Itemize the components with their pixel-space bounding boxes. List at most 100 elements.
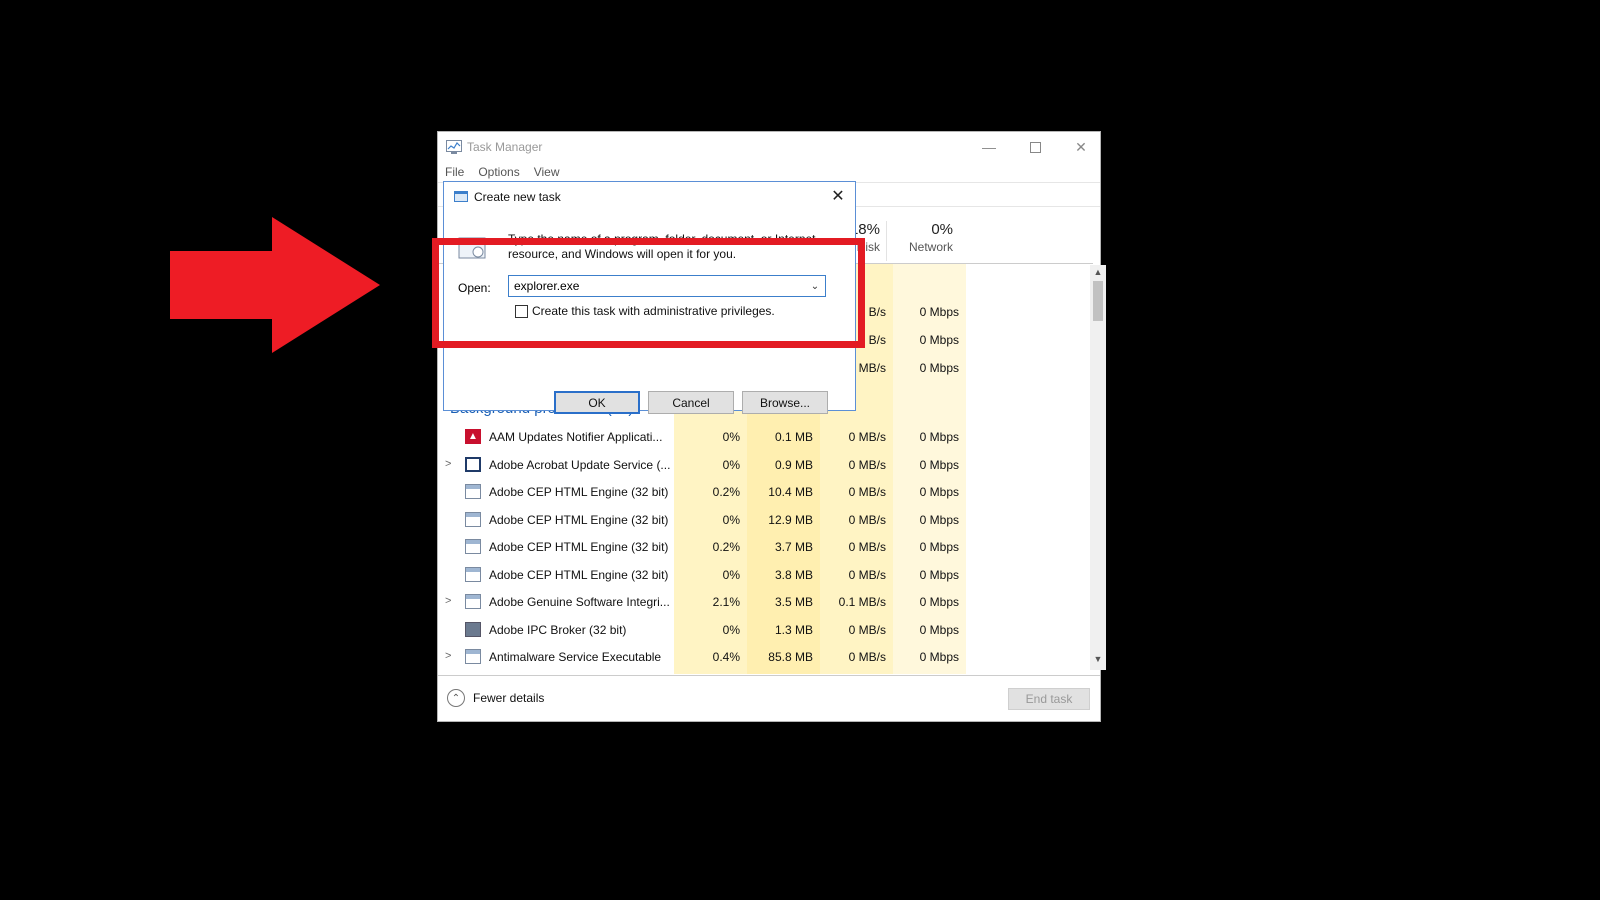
network-cell: 0 Mbps: [919, 567, 959, 582]
network-percent: 0%: [931, 221, 953, 238]
process-name: Adobe CEP HTML Engine (32 bit): [489, 485, 669, 499]
browse-button[interactable]: Browse...: [742, 391, 828, 414]
cancel-button[interactable]: Cancel: [648, 391, 734, 414]
maximize-button[interactable]: [1012, 132, 1058, 162]
close-icon: ✕: [1075, 138, 1087, 155]
chevron-up-icon: ⌃: [447, 689, 465, 707]
column-header-network[interactable]: 0% Network: [886, 221, 959, 261]
memory-cell: 3.8 MB: [774, 567, 813, 582]
network-cell: 0 Mbps: [919, 512, 959, 527]
network-cell: 0 Mbps: [919, 650, 959, 664]
memory-cell: 12.9 MB: [768, 512, 813, 527]
cpu-cell: 0.2%: [712, 485, 740, 499]
fewer-details-button[interactable]: ⌃ Fewer details: [447, 687, 544, 709]
network-cell: 0 Mbps: [919, 430, 959, 444]
run-icon: [454, 191, 468, 202]
process-name: Adobe IPC Broker (32 bit): [489, 622, 627, 637]
memory-cell: 3.7 MB: [774, 540, 813, 554]
close-button[interactable]: ✕: [1058, 132, 1104, 162]
cpu-cell: 0.4%: [712, 650, 740, 664]
memory-cell: 0.1 MB: [774, 430, 813, 444]
disk-cell: 0 MB/s: [848, 622, 886, 637]
vertical-scrollbar[interactable]: ▲ ▼: [1090, 265, 1106, 670]
process-name: Adobe Genuine Software Integri...: [489, 595, 670, 609]
red-arrow-annotation: [170, 217, 380, 353]
app-icon: [465, 539, 481, 554]
expand-chevron-icon[interactable]: >: [445, 650, 455, 662]
process-name: Adobe CEP HTML Engine (32 bit): [489, 540, 669, 554]
process-name: Adobe CEP HTML Engine (32 bit): [489, 567, 669, 582]
table-row[interactable]: Adobe IPC Broker (32 bit) 0% 1.3 MB 0 MB/s 0…: [438, 616, 1093, 644]
maximize-icon: [1029, 141, 1041, 153]
network-cell: 0 Mbps: [919, 305, 959, 319]
cpu-cell: 0%: [722, 457, 740, 472]
disk-cell: 0.1 MB/s: [838, 595, 886, 609]
fewer-details-label: Fewer details: [473, 691, 545, 705]
cpu-cell: 0%: [722, 622, 740, 637]
menu-file[interactable]: File: [445, 165, 464, 179]
app-icon: [465, 566, 481, 582]
cpu-cell: 2.1%: [712, 595, 740, 609]
cpu-cell: 0.2%: [712, 540, 740, 554]
scroll-thumb[interactable]: [1093, 281, 1103, 321]
dialog-titlebar: Create new task ✕: [444, 182, 855, 212]
table-row[interactable]: Adobe CEP HTML Engine (32 bit) 0% 3.8 MB 0 …: [438, 561, 1093, 589]
ipc-icon: [465, 621, 481, 637]
app-icon: [465, 484, 481, 499]
dialog-title: Create new task: [474, 190, 561, 204]
app-icon: [465, 594, 481, 609]
table-row[interactable]: Adobe CEP HTML Engine (32 bit) 0.2% 10.4 M…: [438, 478, 1093, 506]
disk-cell: 0 MB/s: [848, 567, 886, 582]
expand-chevron-icon[interactable]: >: [445, 458, 455, 470]
network-cell: 0 Mbps: [919, 361, 959, 375]
app-icon: [465, 511, 481, 527]
network-cell: 0 Mbps: [919, 540, 959, 554]
expand-chevron-icon[interactable]: >: [445, 595, 455, 607]
menu-options[interactable]: Options: [478, 165, 519, 179]
network-cell: 0 Mbps: [919, 485, 959, 499]
minimize-icon: —: [982, 139, 996, 155]
red-highlight-box: [432, 238, 865, 348]
footer-divider: [438, 675, 1100, 676]
window-title: Task Manager: [467, 140, 543, 154]
disk-cell: 0 MB/s: [848, 430, 886, 444]
ok-button[interactable]: OK: [554, 391, 640, 414]
adobe-red-icon: ▲: [465, 429, 481, 444]
process-name: Adobe CEP HTML Engine (32 bit): [489, 512, 669, 527]
task-manager-icon: [446, 140, 462, 154]
memory-cell: 0.9 MB: [774, 457, 813, 472]
network-label: Network: [908, 240, 953, 254]
disk-cell: 0 MB/s: [848, 540, 886, 554]
close-icon: ✕: [831, 188, 845, 205]
scroll-up-icon[interactable]: ▲: [1090, 267, 1106, 281]
network-cell: 0 Mbps: [919, 333, 959, 347]
table-row[interactable]: Adobe CEP HTML Engine (32 bit) 0.2% 3.7 MB…: [438, 533, 1093, 561]
disk-cell: 0 MB/s: [848, 512, 886, 527]
cpu-cell: 0%: [722, 430, 740, 444]
memory-cell: 85.8 MB: [768, 650, 813, 664]
end-task-button[interactable]: End task: [1008, 688, 1090, 710]
dialog-close-button[interactable]: ✕: [827, 186, 849, 208]
table-row[interactable]: ▲ AAM Updates Notifier Applicati... 0% 0.1 …: [438, 423, 1093, 451]
task-manager-titlebar: Task Manager — ✕: [438, 132, 1100, 162]
network-cell: 0 Mbps: [919, 457, 959, 472]
disk-cell: 0 MB/s: [848, 457, 886, 472]
network-cell: 0 Mbps: [919, 595, 959, 609]
process-name: Adobe Acrobat Update Service (...: [489, 457, 671, 472]
table-row[interactable]: > Adobe Genuine Software Integri... 2.1% 3.…: [438, 588, 1093, 616]
table-row[interactable]: > Adobe Acrobat Update Service (... 0% 0.9 …: [438, 451, 1093, 479]
network-cell: 0 Mbps: [919, 622, 959, 637]
table-row[interactable]: Adobe CEP HTML Engine (32 bit) 0% 12.9 MB 0…: [438, 506, 1093, 534]
cpu-cell: 0%: [722, 567, 740, 582]
scroll-down-icon[interactable]: ▼: [1090, 654, 1106, 668]
process-name: AAM Updates Notifier Applicati...: [489, 430, 663, 444]
minimize-button[interactable]: —: [966, 132, 1012, 162]
app-icon: [465, 649, 481, 664]
cpu-cell: 0%: [722, 512, 740, 527]
table-row[interactable]: > Antimalware Service Executable 0.4% 85.8 …: [438, 643, 1093, 671]
memory-cell: 1.3 MB: [774, 622, 813, 637]
process-name: Antimalware Service Executable: [489, 650, 662, 664]
memory-cell: 3.5 MB: [774, 595, 813, 609]
menu-view[interactable]: View: [534, 165, 560, 179]
disk-cell: 0 MB/s: [848, 485, 886, 499]
